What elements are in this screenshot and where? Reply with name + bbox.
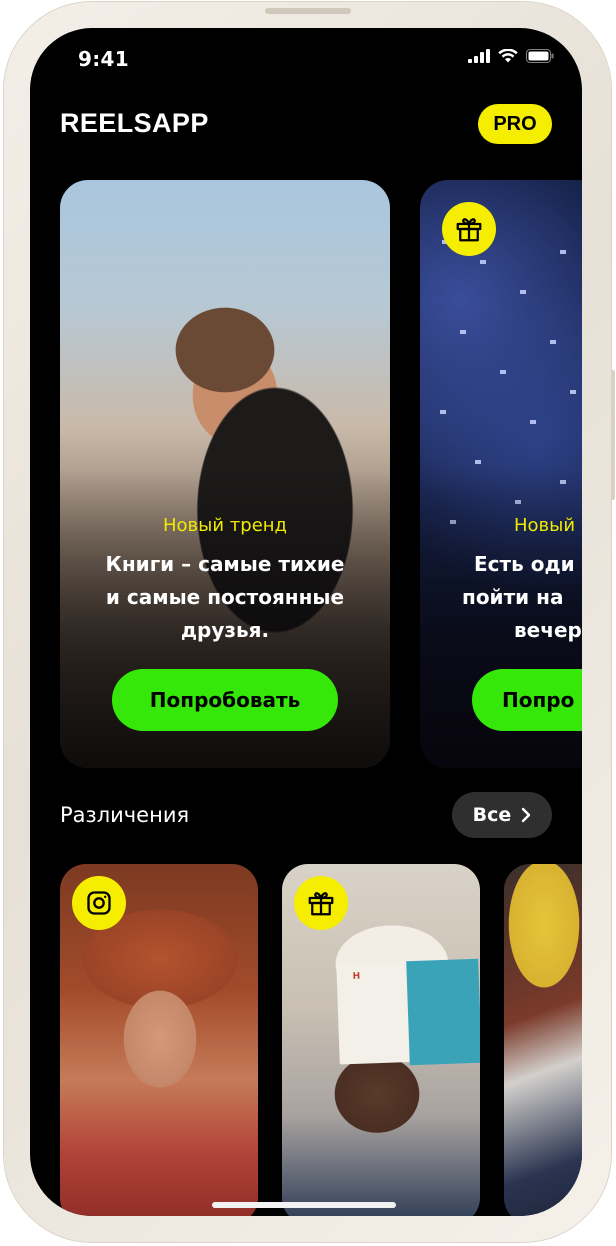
hero-title-line: и самые постоянные	[105, 585, 345, 609]
app-screen: 9:41 REELSAPP PRO Новый тренд Книги – са…	[30, 28, 582, 1216]
hero-title-line: друзья.	[180, 618, 270, 642]
hero-title: Есть оди пойти на вечер	[462, 548, 582, 647]
book-illustration	[406, 958, 480, 1066]
notch	[194, 28, 420, 74]
thumbnail-card[interactable]: Н	[282, 864, 480, 1216]
thumbnail-card[interactable]	[504, 864, 582, 1216]
status-time: 9:41	[78, 47, 129, 71]
signal-icon	[468, 49, 490, 63]
hero-card-party[interactable]: Новый Есть оди пойти на вечер Попро	[420, 180, 582, 768]
wifi-icon	[498, 49, 518, 63]
gift-icon	[456, 218, 482, 242]
gift-badge	[442, 202, 496, 256]
status-icons	[468, 49, 554, 63]
speaker-grille	[265, 8, 351, 14]
hero-title-line: пойти на	[462, 585, 564, 609]
gift-icon	[308, 892, 334, 916]
hero-trend-label: Новый	[514, 515, 576, 536]
section-title: Различения	[60, 803, 190, 827]
hero-title-line: Есть оди	[474, 552, 575, 576]
try-button[interactable]: Попробовать	[112, 669, 338, 731]
book-letter: Н	[352, 971, 361, 982]
hero-title-line: Книги – самые тихие	[105, 552, 345, 576]
hero-title: Книги – самые тихие и самые постоянные д…	[60, 548, 390, 647]
hero-title-line: вечер	[514, 618, 582, 642]
thumbnail-card[interactable]	[60, 864, 258, 1216]
see-all-label: Все	[472, 804, 512, 826]
gift-badge	[294, 876, 348, 930]
hero-trend-label: Новый тренд	[163, 515, 287, 536]
home-indicator[interactable]	[212, 1202, 396, 1208]
try-button[interactable]: Попро	[472, 669, 582, 731]
side-button	[611, 370, 615, 500]
chevron-right-icon	[522, 807, 531, 823]
pro-button[interactable]: PRO	[478, 104, 552, 144]
instagram-badge	[72, 876, 126, 930]
app-title: REELSAPP	[60, 108, 209, 138]
see-all-button[interactable]: Все	[452, 792, 552, 838]
battery-icon	[526, 49, 554, 63]
hero-card-books[interactable]: Новый тренд Книги – самые тихие и самые …	[60, 180, 390, 768]
instagram-icon	[87, 891, 111, 915]
